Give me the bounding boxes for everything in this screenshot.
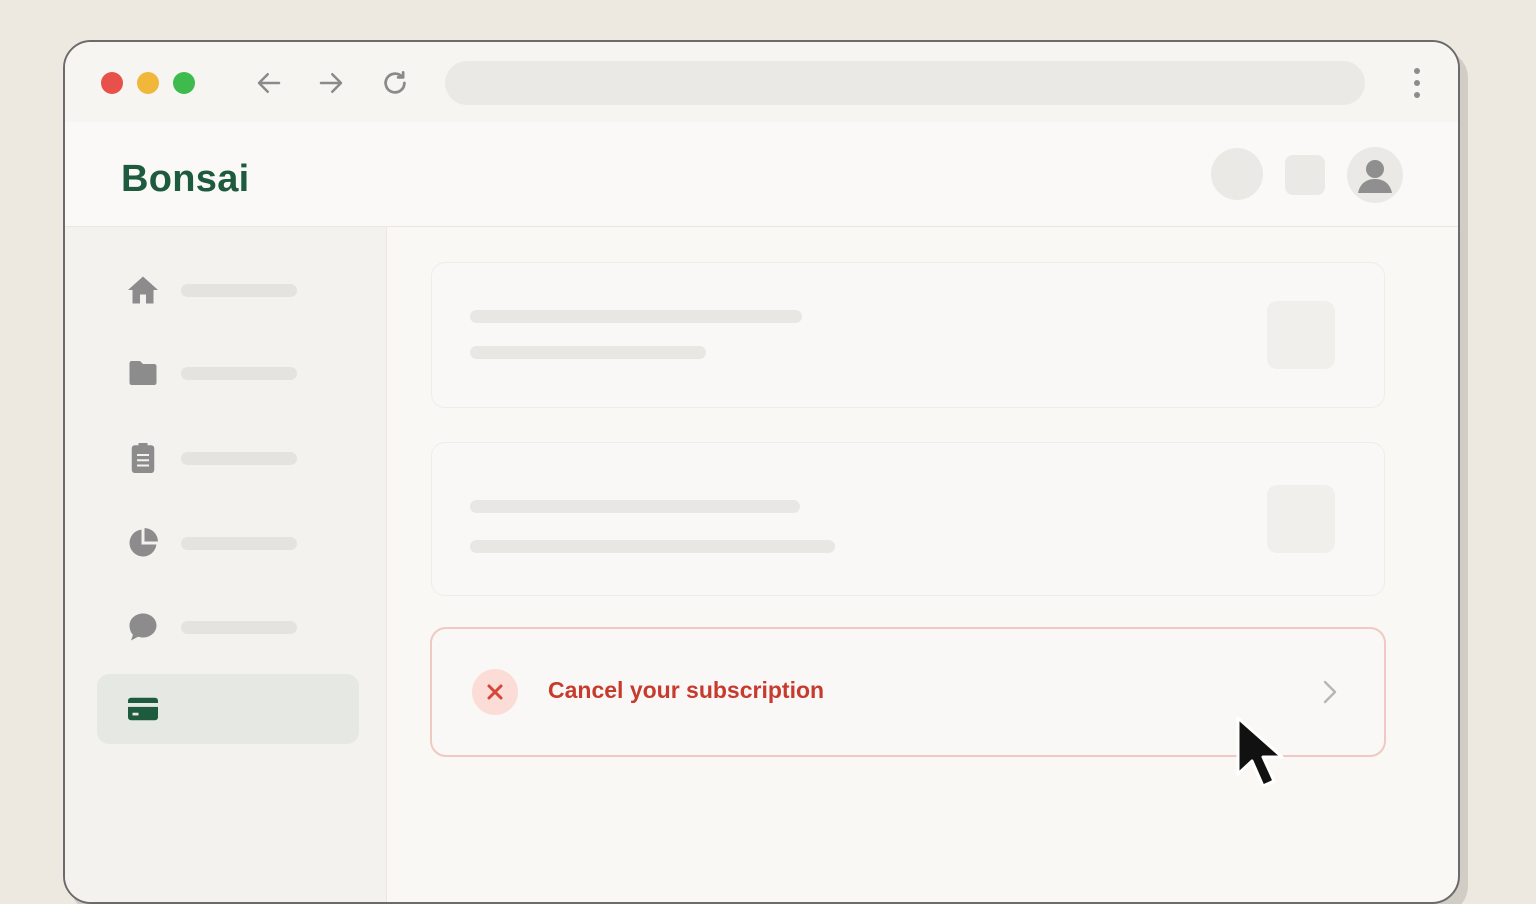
sidebar-item-label xyxy=(181,621,297,634)
sidebar-item-messages[interactable] xyxy=(97,592,359,662)
skeleton-thumbnail xyxy=(1267,485,1335,553)
sidebar-item-folder[interactable] xyxy=(97,338,359,408)
sidebar-item-label xyxy=(181,537,297,550)
close-window-button[interactable] xyxy=(101,72,123,94)
cancel-subscription-label: Cancel your subscription xyxy=(548,677,825,703)
user-avatar-icon[interactable] xyxy=(1347,147,1403,203)
app-logo[interactable]: Bonsai xyxy=(121,158,250,201)
skeleton-line xyxy=(470,310,802,323)
reload-icon[interactable] xyxy=(378,66,412,100)
header-placeholder-square[interactable] xyxy=(1285,155,1325,195)
x-icon xyxy=(472,669,518,715)
skeleton-line xyxy=(470,540,835,553)
back-arrow-icon[interactable] xyxy=(252,66,286,100)
pie-chart-icon xyxy=(125,525,161,561)
clipboard-icon xyxy=(125,440,161,476)
sidebar-item-analytics[interactable] xyxy=(97,508,359,578)
mouse-pointer-icon xyxy=(1232,712,1296,796)
address-bar[interactable] xyxy=(445,61,1365,105)
sidebar-item-label xyxy=(181,367,297,380)
credit-card-icon xyxy=(125,691,161,727)
chevron-right-icon xyxy=(1316,676,1344,708)
minimize-window-button[interactable] xyxy=(137,72,159,94)
skeleton-line xyxy=(470,346,706,359)
sidebar-item-clipboard[interactable] xyxy=(97,423,359,493)
more-vertical-icon[interactable] xyxy=(1412,68,1422,98)
sidebar-item-label xyxy=(181,452,297,465)
sidebar-item-billing[interactable] xyxy=(97,674,359,744)
skeleton-card xyxy=(431,442,1385,596)
skeleton-line xyxy=(470,500,800,513)
home-icon xyxy=(125,272,161,308)
sidebar xyxy=(65,227,387,902)
folder-icon xyxy=(125,355,161,391)
maximize-window-button[interactable] xyxy=(173,72,195,94)
header-placeholder-circle[interactable] xyxy=(1211,148,1263,200)
sidebar-item-label xyxy=(181,284,297,297)
skeleton-thumbnail xyxy=(1267,301,1335,369)
app-header: Bonsai xyxy=(65,122,1458,227)
browser-toolbar xyxy=(65,42,1458,123)
chat-bubble-icon xyxy=(125,609,161,645)
forward-arrow-icon[interactable] xyxy=(314,66,348,100)
sidebar-item-home[interactable] xyxy=(97,255,359,325)
skeleton-card xyxy=(431,262,1385,408)
